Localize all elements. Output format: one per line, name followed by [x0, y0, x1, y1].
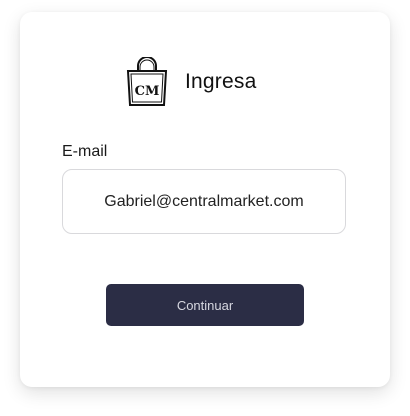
login-card: CM Ingresa E-mail Continuar [20, 12, 390, 387]
email-field[interactable] [62, 169, 346, 234]
email-label: E-mail [62, 143, 108, 160]
shopping-bag-logo-icon: CM [124, 56, 170, 107]
svg-text:CM: CM [135, 84, 160, 99]
page-title: Ingresa [185, 70, 257, 93]
brand-header: CM Ingresa [124, 52, 256, 112]
continue-button[interactable]: Continuar [106, 284, 304, 326]
